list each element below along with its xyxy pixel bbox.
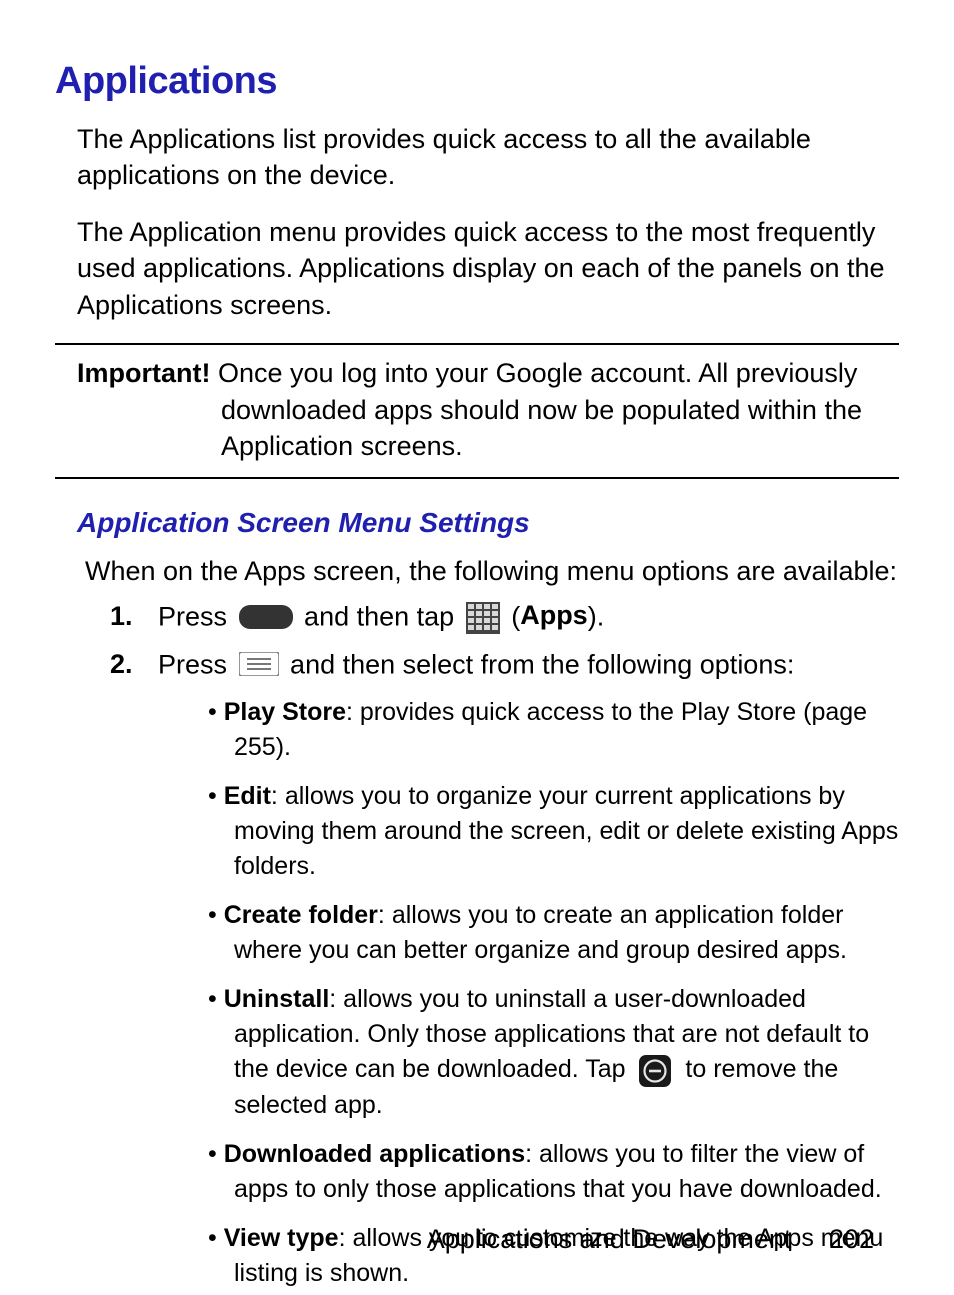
home-button-icon (239, 605, 293, 629)
step-1: 1. Press and then tap (110, 595, 899, 637)
menu-button-icon (239, 652, 279, 676)
step-text: Press (158, 650, 235, 680)
option-text: : allows you to organize your current ap… (234, 782, 898, 880)
intro-paragraph-1: The Applications list provides quick acc… (77, 121, 899, 194)
step-text: and then select from the following optio… (290, 650, 794, 680)
apps-label: Apps (520, 600, 588, 630)
step-number: 2. (110, 644, 158, 685)
option-name: Create folder (224, 901, 378, 929)
option-play-store: • Play Store: provides quick access to t… (208, 695, 899, 765)
important-note: Important! Once you log into your Google… (55, 343, 899, 478)
option-edit: • Edit: allows you to organize your curr… (208, 779, 899, 884)
option-downloaded-apps: • Downloaded applications: allows you to… (208, 1137, 899, 1207)
page-heading: Applications (55, 60, 899, 103)
remove-icon (638, 1054, 672, 1088)
step-text: ( (511, 602, 520, 632)
step-text: Press (158, 602, 235, 632)
option-name: Edit (224, 782, 271, 810)
footer-section: Applications and Development (427, 1224, 792, 1254)
option-name: Downloaded applications (224, 1140, 525, 1168)
step-number: 1. (110, 596, 158, 637)
options-list: • Play Store: provides quick access to t… (208, 695, 899, 1290)
steps-list: 1. Press and then tap (110, 595, 899, 1291)
step-text: ). (588, 602, 605, 632)
option-name: Play Store (224, 698, 346, 726)
option-name: Uninstall (224, 985, 330, 1013)
step-2: 2. Press and then select from the follow… (110, 643, 899, 1291)
step-text: and then tap (304, 602, 462, 632)
subintro: When on the Apps screen, the following m… (85, 553, 899, 589)
footer-page-number: 202 (829, 1224, 874, 1254)
option-uninstall: • Uninstall: allows you to uninstall a u… (208, 982, 899, 1122)
apps-grid-icon (466, 602, 500, 634)
option-name: View type (224, 1224, 339, 1252)
page-footer: Applications and Development 202 (427, 1224, 874, 1255)
intro-paragraph-2: The Application menu provides quick acce… (77, 214, 899, 323)
important-text: Once you log into your Google account. A… (218, 358, 862, 461)
important-label: Important! (77, 358, 210, 388)
option-create-folder: • Create folder: allows you to create an… (208, 898, 899, 968)
subheading: Application Screen Menu Settings (77, 507, 899, 539)
